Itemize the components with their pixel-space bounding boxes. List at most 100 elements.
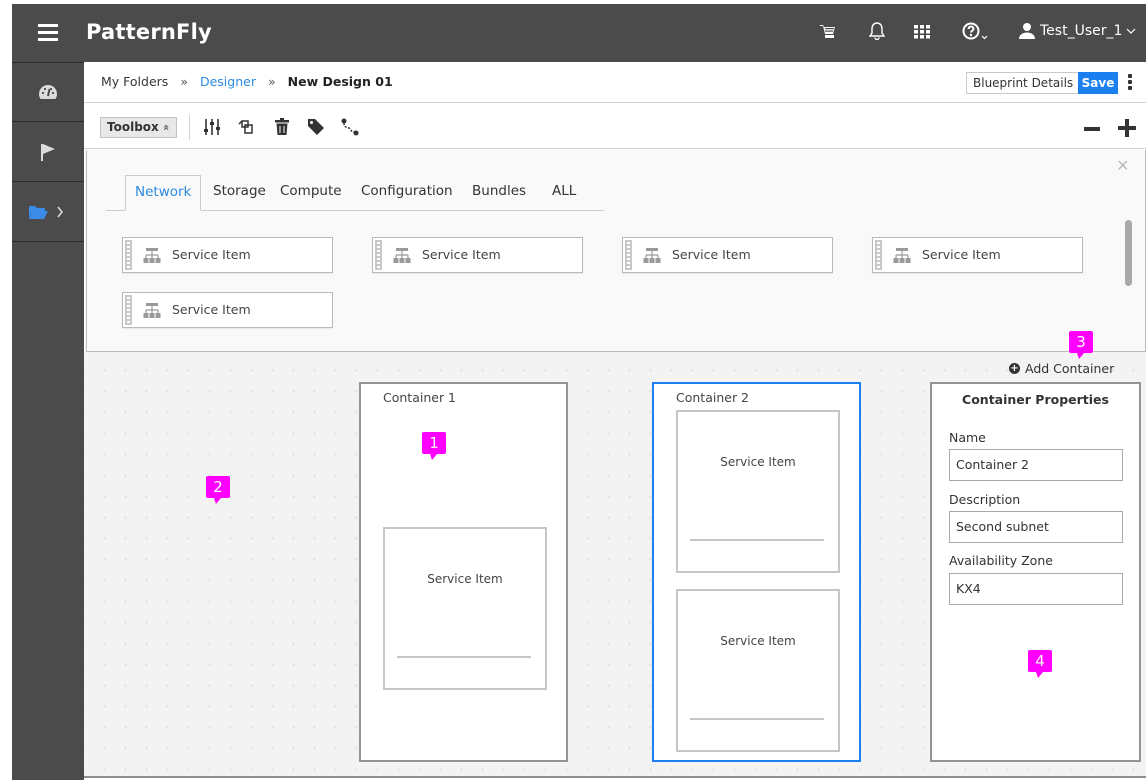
toolbox-service-item[interactable]: Service Item	[622, 237, 833, 273]
drag-handle[interactable]	[125, 240, 132, 270]
service-item-divider	[690, 718, 824, 720]
name-label: Name	[949, 430, 986, 445]
container-service-item[interactable]: Service Item	[676, 589, 840, 752]
zoom-in-button[interactable]	[1118, 119, 1136, 137]
folder-open-icon	[29, 205, 63, 219]
service-item-label: Service Item	[172, 302, 251, 317]
zoom-out-button[interactable]	[1084, 127, 1100, 131]
toolbox-service-item[interactable]: Service Item	[122, 237, 333, 273]
blueprint-details-button[interactable]: Blueprint Details	[966, 72, 1081, 94]
breadcrumb-bar: My Folders » Designer » New Design 01 Bl…	[84, 62, 1146, 103]
toolbox-service-item[interactable]: Service Item	[872, 237, 1083, 273]
description-field[interactable]: Second subnet	[949, 511, 1123, 543]
network-icon	[893, 248, 911, 263]
flag-icon	[41, 143, 55, 161]
close-toolbox-icon[interactable]: ×	[1117, 156, 1129, 176]
callout-1: 1	[422, 432, 446, 460]
save-button[interactable]: Save	[1078, 72, 1118, 94]
network-icon	[143, 248, 161, 263]
service-item-divider	[397, 656, 531, 658]
add-container-label: Add Container	[1025, 361, 1115, 376]
dashboard-icon	[39, 85, 57, 99]
breadcrumb-my-folders[interactable]: My Folders	[101, 74, 168, 89]
design-canvas[interactable]: + Add Container Container 1 Service Item…	[84, 352, 1146, 776]
help-icon[interactable]	[962, 22, 990, 47]
breadcrumb-separator: »	[180, 74, 188, 89]
brand-title: PatternFly	[86, 20, 212, 44]
kebab-menu-icon[interactable]	[1128, 74, 1132, 90]
toolbox-panel: × Network Storage Compute Configuration …	[86, 150, 1146, 352]
service-item-label: Service Item	[427, 572, 503, 586]
sliders-icon[interactable]	[202, 117, 222, 137]
tab-all[interactable]: ALL	[552, 175, 576, 211]
chevron-right-icon	[57, 206, 63, 217]
toolbox-service-item[interactable]: Service Item	[122, 292, 333, 328]
service-item-label: Service Item	[672, 247, 751, 262]
name-field[interactable]: Container 2	[949, 449, 1123, 481]
callout-3: 3	[1069, 331, 1093, 359]
toolbox-tabs: Network Storage Compute Configuration Bu…	[106, 175, 604, 211]
apps-grid-icon[interactable]	[914, 22, 930, 44]
properties-title: Container Properties	[962, 392, 1109, 407]
bell-icon[interactable]	[868, 22, 886, 45]
masthead: PatternFly Test_User_1	[12, 4, 1146, 62]
trash-icon[interactable]	[272, 117, 292, 137]
toolbox-service-item[interactable]: Service Item	[372, 237, 583, 273]
user-menu[interactable]: Test_User_1	[1018, 22, 1136, 40]
network-icon	[643, 248, 661, 263]
tab-network[interactable]: Network	[125, 175, 202, 211]
availability-zone-label: Availability Zone	[949, 553, 1053, 568]
nav-item-folders[interactable]	[12, 182, 84, 242]
drag-handle[interactable]	[875, 240, 882, 270]
network-icon	[393, 248, 411, 263]
nav-item-dashboard[interactable]	[12, 62, 84, 122]
toolbox-scrollbar[interactable]	[1125, 220, 1132, 286]
service-item-label: Service Item	[720, 455, 796, 469]
toolbox-toggle-button[interactable]: Toolbox «	[100, 117, 177, 138]
callout-2: 2	[206, 476, 230, 504]
description-label: Description	[949, 492, 1021, 507]
drag-handle[interactable]	[375, 240, 382, 270]
user-icon	[1019, 23, 1035, 39]
double-chevron-up-icon: «	[159, 124, 173, 131]
breadcrumb-current: New Design 01	[287, 74, 393, 89]
service-item-divider	[690, 539, 824, 541]
hamburger-menu-icon[interactable]	[38, 24, 58, 41]
container-properties-panel: Container Properties Name Container 2 De…	[930, 382, 1141, 762]
tab-bundles[interactable]: Bundles	[472, 175, 526, 211]
app: PatternFly Test_User_1 My Folders » Desi…	[0, 0, 1146, 780]
duplicate-icon[interactable]	[236, 117, 256, 137]
container-1[interactable]: Container 1 Service Item	[359, 382, 568, 762]
toolbar-divider	[189, 115, 190, 140]
connect-icon[interactable]	[340, 117, 360, 137]
container-service-item[interactable]: Service Item	[383, 527, 547, 690]
nav-item-flag[interactable]	[12, 122, 84, 182]
content: My Folders » Designer » New Design 01 Bl…	[84, 62, 1146, 780]
toolbox-label: Toolbox	[107, 120, 159, 134]
chevron-down-icon	[1126, 28, 1136, 34]
cart-icon[interactable]	[820, 22, 836, 44]
callout-4: 4	[1028, 650, 1052, 678]
service-item-label: Service Item	[922, 247, 1001, 262]
availability-zone-field[interactable]: KX4	[949, 573, 1123, 605]
breadcrumb: My Folders » Designer » New Design 01	[101, 74, 393, 89]
drag-handle[interactable]	[125, 295, 132, 325]
tab-compute[interactable]: Compute	[280, 175, 342, 211]
service-item-label: Service Item	[172, 247, 251, 262]
vertical-nav	[12, 62, 84, 780]
container-service-item[interactable]: Service Item	[676, 410, 840, 573]
toolbar: Toolbox «	[84, 103, 1146, 149]
add-container-button[interactable]: + Add Container	[1009, 361, 1114, 376]
container-title: Container 2	[676, 390, 750, 405]
tag-icon[interactable]	[306, 117, 326, 137]
drag-handle[interactable]	[625, 240, 632, 270]
tab-storage[interactable]: Storage	[213, 175, 266, 211]
network-icon	[143, 303, 161, 318]
container-2[interactable]: Container 2 Service Item Service Item	[652, 382, 861, 762]
service-item-label: Service Item	[720, 634, 796, 648]
container-title: Container 1	[383, 390, 457, 405]
service-item-label: Service Item	[422, 247, 501, 262]
tab-configuration[interactable]: Configuration	[361, 175, 453, 211]
user-name: Test_User_1	[1040, 23, 1123, 39]
breadcrumb-designer[interactable]: Designer	[200, 74, 256, 89]
